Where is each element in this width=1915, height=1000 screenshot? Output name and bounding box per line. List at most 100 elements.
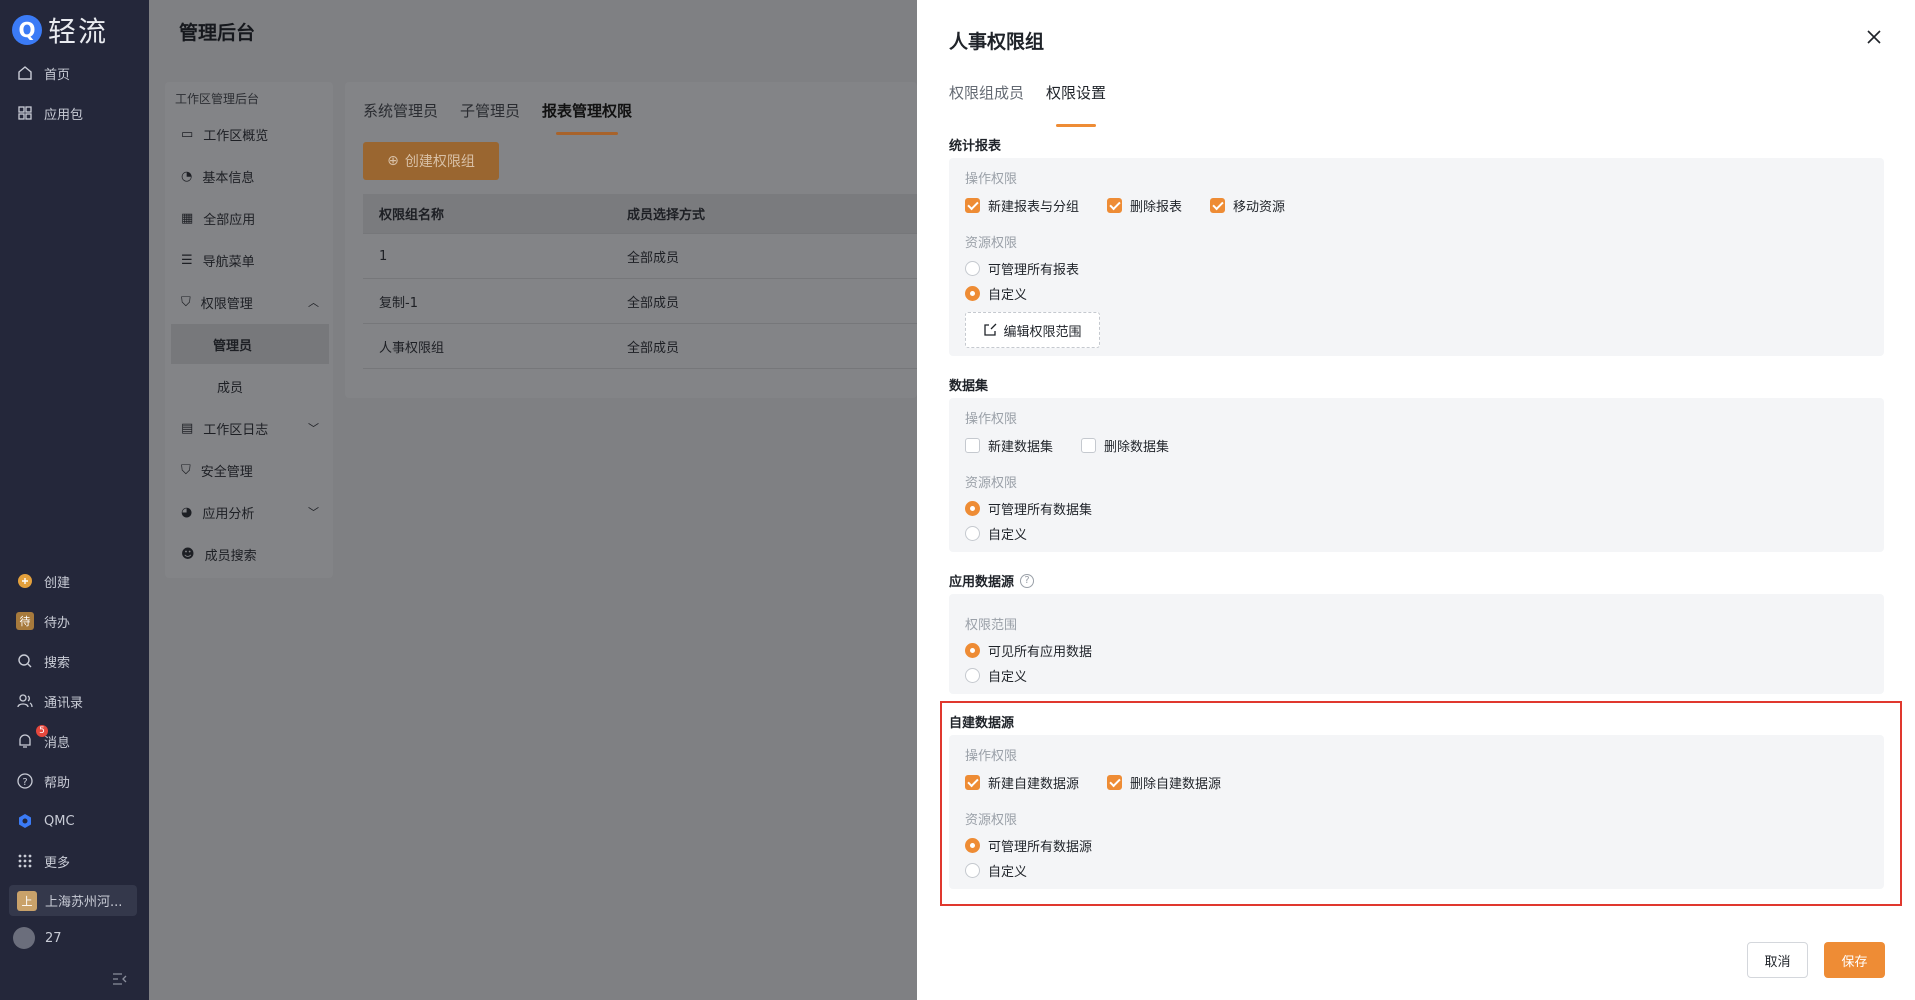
avatar: [13, 927, 35, 949]
nav-item-nav-menu[interactable]: ☰ 导航菜单: [165, 240, 333, 280]
radio-custom-source[interactable]: 自定义: [965, 861, 1027, 880]
table-row[interactable]: 1 全部成员: [363, 234, 917, 279]
sidebar-item-contacts[interactable]: 通讯录: [0, 681, 149, 721]
section-title-app-source: 应用数据源 ?: [949, 571, 1035, 590]
option-label: 删除自建数据源: [1130, 777, 1222, 792]
nav-item-app-analytics[interactable]: ◕ 应用分析 ﹀: [165, 492, 333, 532]
option-label: 新建报表与分组: [988, 200, 1080, 215]
save-button[interactable]: 保存: [1824, 942, 1885, 978]
radio-checked-icon: [965, 286, 980, 301]
section-title-custom-source: 自建数据源: [949, 716, 1015, 731]
grid-icon: [16, 104, 34, 122]
option-label: 可管理所有报表: [988, 263, 1080, 278]
tab-sub-admins[interactable]: 子管理员: [460, 100, 520, 121]
radio-custom-dataset[interactable]: 自定义: [965, 524, 1027, 543]
radio-unchecked-icon: [965, 261, 980, 276]
company-switcher[interactable]: 上 上海苏州河...: [9, 885, 137, 916]
tab-group-members[interactable]: 权限组成员: [949, 82, 1024, 103]
checkbox-delete-report[interactable]: 删除报表: [1107, 196, 1182, 215]
nav-item-all-apps[interactable]: ▦ 全部应用: [165, 198, 333, 238]
sidebar-item-help[interactable]: ? 帮助: [0, 761, 149, 801]
grid-icon: ▦: [181, 210, 194, 226]
nav-item-member-search[interactable]: ☻ 成员搜索: [165, 534, 333, 574]
sidebar-item-todo[interactable]: 待 待办: [0, 601, 149, 641]
report-permission-panel: 操作权限 新建报表与分组 删除报表 移动资源 资源权限 可管理所有报表 自定义 …: [949, 158, 1884, 356]
sidebar-bottom-nav: 创建 待 待办 搜索 通讯录 5 消息 ? 帮助 QMC 更多: [0, 561, 149, 881]
help-icon[interactable]: ?: [1020, 573, 1035, 588]
help-icon: ?: [16, 772, 34, 790]
section-title-text: 应用数据源: [949, 575, 1015, 590]
nav-item-security[interactable]: ⛉ 安全管理: [165, 450, 333, 490]
nav-item-label: 工作区日志: [203, 422, 269, 438]
chevron-down-icon: ﹀: [308, 506, 319, 519]
table-row[interactable]: 复制-1 全部成员: [363, 279, 917, 324]
drawer-title: 人事权限组: [949, 31, 1045, 53]
checkbox-create-dataset[interactable]: 新建数据集: [965, 436, 1053, 455]
close-icon[interactable]: [1863, 26, 1885, 48]
nav-item-workspace-log[interactable]: ▤ 工作区日志 ﹀: [165, 408, 333, 448]
checkbox-create-report[interactable]: 新建报表与分组: [965, 196, 1079, 215]
sidebar-item-home[interactable]: 首页: [0, 53, 149, 93]
edit-permission-scope-button[interactable]: 编辑权限范围: [965, 312, 1100, 348]
sidebar-item-create[interactable]: 创建: [0, 561, 149, 601]
pie-chart-icon: ◕: [181, 504, 193, 520]
sidebar-item-qmc[interactable]: QMC: [0, 801, 149, 841]
nav-item-basic-info[interactable]: ◔ 基本信息: [165, 156, 333, 196]
button-label: 编辑权限范围: [1003, 324, 1082, 340]
table-row[interactable]: 人事权限组 全部成员: [363, 324, 917, 369]
create-permission-group-button[interactable]: ⊕ 创建权限组: [363, 142, 499, 180]
checkbox-delete-dataset[interactable]: 删除数据集: [1081, 436, 1169, 455]
option-label: 可见所有应用数据: [988, 645, 1093, 660]
checkbox-delete-custom-source[interactable]: 删除自建数据源: [1107, 773, 1221, 792]
tab-permission-settings[interactable]: 权限设置: [1046, 82, 1106, 127]
radio-custom-report[interactable]: 自定义: [965, 284, 1027, 303]
sidebar-item-app-packages[interactable]: 应用包: [0, 93, 149, 133]
radio-manage-all-reports[interactable]: 可管理所有报表: [965, 259, 1079, 278]
sidebar-item-more[interactable]: 更多: [0, 841, 149, 881]
table-cell: 复制-1: [379, 295, 418, 311]
radio-view-all-app-data[interactable]: 可见所有应用数据: [965, 641, 1092, 660]
user-label: 27: [45, 930, 62, 946]
home-icon: [16, 64, 34, 82]
dataset-permission-panel: 操作权限 新建数据集 删除数据集 资源权限 可管理所有数据集 自定义: [949, 398, 1884, 552]
message-count-badge: 5: [36, 725, 48, 737]
drawer-tabs: 权限组成员 权限设置: [949, 82, 1106, 127]
shield-check-icon: ⛉: [181, 462, 191, 478]
sidebar-item-label: 更多: [44, 855, 71, 871]
column-header: 权限组名称: [379, 208, 445, 223]
checkbox-checked-icon: [965, 198, 980, 213]
checkbox-create-custom-source[interactable]: 新建自建数据源: [965, 773, 1079, 792]
sidebar-item-label: 创建: [44, 575, 71, 591]
sidebar-item-messages[interactable]: 5 消息: [0, 721, 149, 761]
radio-custom-app-data[interactable]: 自定义: [965, 666, 1027, 685]
company-icon: 上: [17, 890, 37, 911]
nav-item-overview[interactable]: ▭ 工作区概览: [165, 114, 333, 154]
nav-item-admins[interactable]: 管理员: [171, 324, 329, 364]
sliders-icon: ☰: [181, 252, 193, 268]
sidebar-item-search[interactable]: 搜索: [0, 641, 149, 681]
radio-manage-all-sources[interactable]: 可管理所有数据源: [965, 836, 1092, 855]
app-sidebar: Q 轻流 首页 应用包 创建 待 待办 搜索 通讯录 5 消息 ? 帮助 QMC…: [0, 0, 149, 1000]
sidebar-item-label: 搜索: [44, 655, 71, 671]
search-icon: [16, 652, 34, 670]
tab-system-admins[interactable]: 系统管理员: [363, 100, 438, 121]
operation-permission-label: 操作权限: [965, 749, 1018, 764]
sidebar-item-label: 首页: [44, 67, 71, 83]
checkbox-move-resource[interactable]: 移动资源: [1210, 196, 1285, 215]
user-profile[interactable]: 27: [13, 927, 62, 949]
nav-item-label: 全部应用: [203, 212, 256, 228]
svg-text:?: ?: [22, 777, 27, 788]
option-label: 移动资源: [1233, 200, 1286, 215]
nav-item-permissions[interactable]: ⛉ 权限管理 ︿: [165, 282, 333, 322]
operation-options: 新建自建数据源 删除自建数据源: [965, 773, 1221, 792]
permission-group-table: 权限组名称 成员选择方式 1 全部成员 复制-1 全部成员 人事权限组 全部成员: [363, 194, 917, 369]
app-logo[interactable]: Q 轻流: [12, 10, 108, 50]
collapse-sidebar-icon[interactable]: [112, 972, 128, 990]
option-label: 新建数据集: [988, 440, 1054, 455]
nav-item-label: 成员: [217, 380, 244, 396]
radio-manage-all-datasets[interactable]: 可管理所有数据集: [965, 499, 1092, 518]
tab-report-permissions[interactable]: 报表管理权限: [542, 100, 632, 135]
cancel-button[interactable]: 取消: [1747, 942, 1808, 978]
nav-item-members[interactable]: 成员: [165, 366, 333, 406]
option-label: 删除报表: [1130, 200, 1183, 215]
